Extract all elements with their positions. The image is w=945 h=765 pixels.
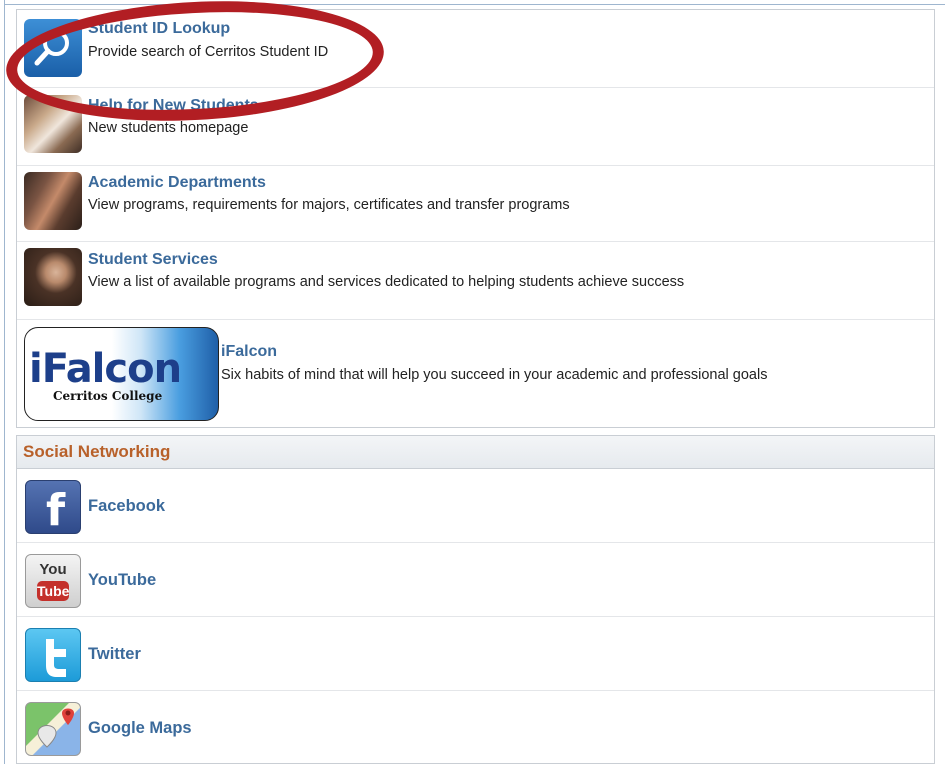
social-networking-panel: Social Networking f Facebook You Tube Yo… bbox=[16, 435, 935, 764]
students-photo-icon[interactable] bbox=[24, 95, 82, 153]
facebook-icon-glyph: f bbox=[46, 485, 66, 534]
link-desc-student-services: View a list of available programs and se… bbox=[88, 274, 685, 290]
frame-border-top bbox=[4, 4, 945, 5]
social-label-facebook[interactable]: Facebook bbox=[88, 497, 165, 516]
ifalcon-logo[interactable]: iFalcon Cerritos College bbox=[24, 327, 219, 421]
link-row-help-new-students[interactable]: Help for New Students New students homep… bbox=[17, 88, 934, 166]
link-desc-academic-departments: View programs, requirements for majors, … bbox=[88, 197, 570, 213]
link-desc-ifalcon: Six habits of mind that will help you su… bbox=[221, 367, 768, 383]
facebook-icon[interactable]: f bbox=[25, 480, 81, 534]
link-row-ifalcon[interactable]: iFalcon Cerritos College iFalcon Six hab… bbox=[17, 320, 934, 427]
google-maps-icon[interactable] bbox=[25, 702, 81, 756]
link-row-academic-departments[interactable]: Academic Departments View programs, requ… bbox=[17, 166, 934, 242]
quick-links-panel: Student ID Lookup Provide search of Cerr… bbox=[16, 9, 935, 428]
social-label-google-maps[interactable]: Google Maps bbox=[88, 719, 192, 738]
link-row-student-services[interactable]: Student Services View a list of availabl… bbox=[17, 242, 934, 320]
link-title-student-id-lookup[interactable]: Student ID Lookup bbox=[88, 20, 230, 38]
social-networking-header: Social Networking bbox=[17, 436, 934, 469]
social-row-google-maps[interactable]: Google Maps bbox=[17, 691, 934, 765]
youtube-icon-you: You bbox=[39, 561, 67, 578]
link-title-academic-departments[interactable]: Academic Departments bbox=[88, 174, 266, 192]
map-pin-glyph bbox=[37, 708, 74, 748]
link-desc-help-new-students: New students homepage bbox=[88, 120, 249, 136]
ifalcon-logo-brand: iFalcon bbox=[29, 346, 182, 392]
social-label-youtube[interactable]: YouTube bbox=[88, 571, 156, 590]
students-group-photo-icon[interactable] bbox=[24, 172, 82, 230]
youtube-icon[interactable]: You Tube bbox=[25, 554, 81, 608]
link-title-ifalcon[interactable]: iFalcon bbox=[221, 343, 277, 361]
social-row-youtube[interactable]: You Tube YouTube bbox=[17, 543, 934, 617]
social-label-twitter[interactable]: Twitter bbox=[88, 645, 141, 664]
social-row-facebook[interactable]: f Facebook bbox=[17, 469, 934, 543]
frame-border-left bbox=[4, 0, 5, 764]
social-networking-title: Social Networking bbox=[23, 442, 171, 461]
link-desc-student-id-lookup: Provide search of Cerritos Student ID bbox=[88, 44, 329, 60]
youtube-icon-tube: Tube bbox=[37, 581, 70, 601]
link-row-student-id-lookup[interactable]: Student ID Lookup Provide search of Cerr… bbox=[17, 10, 934, 88]
twitter-icon[interactable] bbox=[25, 628, 81, 682]
link-title-help-new-students[interactable]: Help for New Students bbox=[88, 97, 259, 115]
twitter-t-glyph bbox=[46, 639, 66, 677]
ifalcon-logo-subtitle: Cerritos College bbox=[53, 389, 163, 403]
social-row-twitter[interactable]: Twitter bbox=[17, 617, 934, 691]
link-title-student-services[interactable]: Student Services bbox=[88, 251, 218, 269]
magnifier-icon[interactable] bbox=[24, 19, 82, 77]
student-portrait-icon[interactable] bbox=[24, 248, 82, 306]
